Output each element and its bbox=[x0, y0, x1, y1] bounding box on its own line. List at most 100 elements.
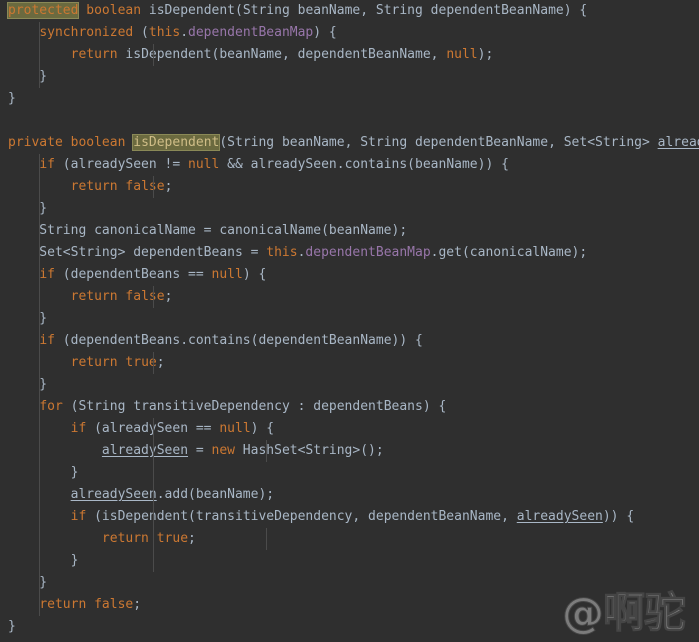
indent-guide bbox=[39, 66, 41, 88]
code-line[interactable]: alreadySeen = new HashSet<String>(); bbox=[0, 440, 699, 462]
code-line[interactable]: return false; bbox=[0, 176, 699, 198]
code-line[interactable]: for (String transitiveDependency : depen… bbox=[0, 396, 699, 418]
indent-guide bbox=[39, 242, 41, 264]
code-line[interactable]: Set<String> dependentBeans = this.depend… bbox=[0, 242, 699, 264]
indent-guide bbox=[39, 352, 41, 374]
code-token: (String transitiveDependency : dependent… bbox=[62, 399, 447, 414]
code-token: ) { bbox=[242, 267, 267, 282]
keyword-token: if bbox=[39, 157, 55, 172]
keyword-token: false bbox=[125, 289, 165, 304]
code-token: && alreadySeen.contains(beanName)) { bbox=[219, 157, 509, 172]
parameter-token: alreadySeen bbox=[657, 135, 699, 150]
code-line[interactable]: } bbox=[0, 198, 699, 220]
code-line[interactable]: synchronized (this.dependentBeanMap) { bbox=[0, 22, 699, 44]
code-line[interactable]: if (alreadySeen == null) { bbox=[0, 418, 699, 440]
code-token: ) { bbox=[250, 421, 275, 436]
code-line[interactable]: } bbox=[0, 66, 699, 88]
keyword-token: if bbox=[39, 333, 55, 348]
code-token: isDependent(String beanName, String depe… bbox=[141, 3, 588, 18]
indent-guide bbox=[152, 484, 154, 506]
code-token: Set<String> dependentBeans = bbox=[8, 245, 267, 260]
field-token: dependentBeanMap bbox=[188, 25, 314, 40]
keyword-token: this bbox=[148, 25, 181, 40]
keyword-token: synchronized bbox=[39, 25, 134, 40]
indent-guide bbox=[152, 550, 154, 572]
code-line[interactable]: } bbox=[0, 88, 699, 110]
code-line[interactable] bbox=[0, 110, 699, 132]
code-line[interactable]: String canonicalName = canonicalName(bea… bbox=[0, 220, 699, 242]
code-line[interactable]: private boolean isDependent(String beanN… bbox=[0, 132, 699, 154]
keyword-token: new bbox=[211, 443, 235, 458]
code-token: (dependentBeans.contains(dependentBeanNa… bbox=[54, 333, 423, 348]
keyword-token: if bbox=[70, 421, 87, 436]
indent-guide bbox=[39, 44, 41, 66]
code-line[interactable]: return false; bbox=[0, 286, 699, 308]
code-line[interactable]: alreadySeen.add(beanName); bbox=[0, 484, 699, 506]
keyword-token: boolean bbox=[86, 3, 142, 18]
code-line[interactable]: if (dependentBeans == null) { bbox=[0, 264, 699, 286]
code-token: )) { bbox=[602, 509, 635, 524]
code-line[interactable]: if (dependentBeans.contains(dependentBea… bbox=[0, 330, 699, 352]
keyword-token: null bbox=[211, 267, 243, 282]
indent-guide bbox=[152, 44, 154, 66]
indent-guide bbox=[39, 286, 41, 308]
indent-guide bbox=[39, 396, 41, 418]
indent-guide bbox=[39, 330, 41, 352]
indent-guide bbox=[152, 418, 154, 440]
indent-guide bbox=[152, 506, 154, 528]
code-line[interactable]: if (alreadySeen != null && alreadySeen.c… bbox=[0, 154, 699, 176]
code-line[interactable]: return false; bbox=[0, 594, 699, 616]
code-token: isDependent(beanName, dependentBeanName, bbox=[117, 47, 447, 62]
code-content[interactable]: protected boolean isDependent(String bea… bbox=[0, 0, 699, 642]
code-token: ( bbox=[133, 25, 149, 40]
code-line[interactable]: } bbox=[0, 550, 699, 572]
indent-guide bbox=[152, 528, 154, 550]
code-line[interactable]: return true; bbox=[0, 352, 699, 374]
code-token: . bbox=[180, 25, 189, 40]
keyword-token: for bbox=[39, 399, 63, 414]
indent-guide bbox=[39, 594, 41, 616]
keyword-token: false bbox=[125, 179, 165, 194]
parameter-token: alreadySeen bbox=[70, 487, 157, 502]
code-line[interactable]: } bbox=[0, 374, 699, 396]
code-line[interactable]: protected boolean isDependent(String bea… bbox=[0, 0, 699, 22]
code-token: HashSet<String>(); bbox=[234, 443, 384, 458]
code-line[interactable]: } bbox=[0, 462, 699, 484]
code-token: (alreadySeen != bbox=[54, 157, 189, 172]
indent-guide bbox=[39, 506, 41, 528]
code-line[interactable]: } bbox=[0, 308, 699, 330]
indent-guide bbox=[39, 528, 41, 550]
keyword-token: if bbox=[70, 509, 87, 524]
indent-guide bbox=[266, 440, 268, 462]
code-line[interactable]: return isDependent(beanName, dependentBe… bbox=[0, 44, 699, 66]
indent-guide bbox=[39, 484, 41, 506]
indent-guide bbox=[39, 418, 41, 440]
indent-guide bbox=[152, 352, 154, 374]
keyword-token: return bbox=[70, 355, 118, 370]
code-token: (dependentBeans == bbox=[54, 267, 212, 282]
code-editor[interactable]: protected boolean isDependent(String bea… bbox=[0, 0, 699, 642]
search-match-highlight: protected bbox=[8, 3, 79, 18]
parameter-token: alreadySeen bbox=[101, 443, 189, 458]
code-token: .get(canonicalName); bbox=[430, 245, 588, 260]
keyword-token: return bbox=[70, 47, 118, 62]
indent-guide bbox=[39, 22, 41, 44]
code-line[interactable]: return true; bbox=[0, 528, 699, 550]
code-token: } bbox=[8, 619, 16, 634]
indent-guide bbox=[39, 220, 41, 242]
field-token: dependentBeanMap bbox=[305, 245, 431, 260]
indent-guide bbox=[39, 572, 41, 594]
code-line[interactable]: } bbox=[0, 572, 699, 594]
keyword-token: return bbox=[70, 289, 118, 304]
code-line[interactable]: } bbox=[0, 616, 699, 638]
indent-guide bbox=[39, 154, 41, 176]
code-token: } bbox=[8, 69, 48, 84]
keyword-token: boolean bbox=[70, 135, 126, 150]
code-line[interactable]: if (isDependent(transitiveDependency, de… bbox=[0, 506, 699, 528]
code-token: ; bbox=[164, 179, 173, 194]
indent-guide bbox=[39, 440, 41, 462]
